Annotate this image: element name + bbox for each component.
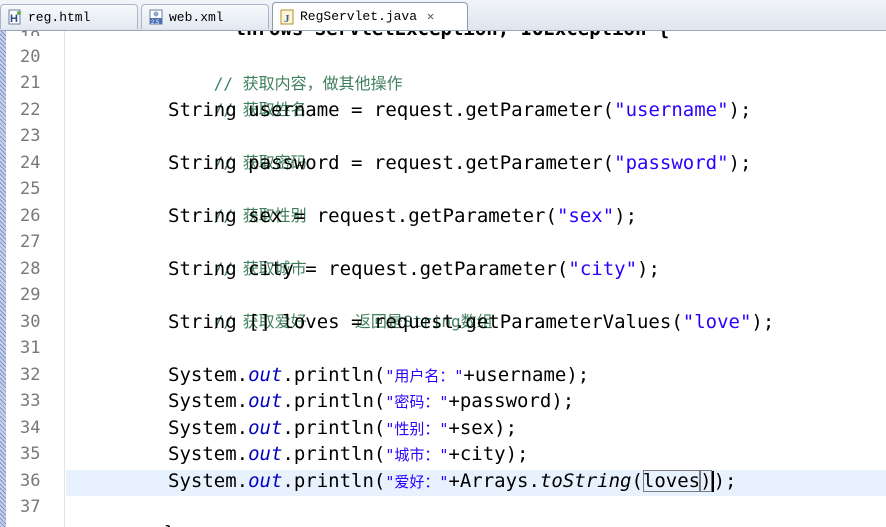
- code-text: +username);: [463, 364, 590, 386]
- code-text: .println(: [282, 443, 386, 465]
- tab-label: RegServlet.java: [300, 9, 418, 24]
- line-number-ruler: 19 20 21 22 23 24 25 26 27 28 29 30 31 3…: [6, 28, 65, 527]
- code-text: System.: [168, 417, 249, 439]
- code-line: // 获取姓名: [168, 70, 307, 119]
- code-line: // 获取密码: [168, 123, 307, 172]
- code-line: String [] loves = request.getParameterVa…: [168, 309, 774, 335]
- svg-text:2.5: 2.5: [151, 20, 160, 25]
- tab-web-xml[interactable]: 2.5 web.xml: [141, 4, 269, 29]
- code-text: (: [631, 470, 643, 492]
- close-tab-icon[interactable]: ✕: [427, 9, 434, 24]
- string-literal: "password": [614, 152, 729, 174]
- line-number: 30: [20, 312, 41, 332]
- static-field: out: [248, 417, 283, 439]
- code-text: System.: [168, 364, 249, 386]
- tab-regservlet-java[interactable]: J RegServlet.java ✕: [272, 2, 468, 30]
- static-field: out: [248, 470, 283, 492]
- code-text: String password = request.getParameter(: [168, 152, 615, 174]
- line-number: 20: [20, 47, 41, 67]
- code-line: }: [118, 494, 175, 527]
- string-literal: "用户名：": [385, 367, 464, 385]
- line-number: 37: [20, 497, 41, 517]
- static-field: out: [248, 390, 283, 412]
- code-line: System.out.println("城市："+city);: [168, 441, 529, 467]
- code-editor[interactable]: throws ServletException, IOException { /…: [66, 31, 886, 527]
- code-text: +Arrays.: [448, 470, 540, 492]
- code-text: );: [728, 99, 752, 121]
- line-number: 34: [20, 418, 41, 438]
- string-literal: "城市：": [385, 446, 449, 464]
- line-number: 22: [20, 100, 41, 120]
- line-number: 24: [20, 153, 41, 173]
- closing-brace: }: [164, 522, 175, 527]
- code-text: System.: [168, 443, 249, 465]
- svg-text:J: J: [284, 13, 290, 25]
- line-number: 23: [20, 126, 41, 146]
- code-line: // 获取性别: [168, 176, 307, 225]
- code-text: );: [751, 311, 775, 333]
- line-number: 33: [20, 391, 41, 411]
- code-text: +city);: [448, 443, 529, 465]
- string-literal: "爱好：": [385, 473, 449, 491]
- code-text: );: [637, 258, 660, 280]
- code-line: System.out.println("用户名："+username);: [168, 362, 589, 388]
- code-line: System.out.println("性别："+sex);: [168, 415, 517, 441]
- line-number: 28: [20, 259, 41, 279]
- line-number: 35: [20, 444, 41, 464]
- code-text: .println(: [282, 470, 386, 492]
- code-text: );: [728, 152, 752, 174]
- code-text: String sex = request.getParameter(: [168, 205, 557, 227]
- code-text: .println(: [282, 417, 386, 439]
- code-text: );: [614, 205, 638, 227]
- code-line: System.out.println("爱好："+Arrays.toString…: [168, 468, 736, 494]
- code-line: String city = request.getParameter("city…: [168, 256, 660, 282]
- code-line: throws ServletException, IOException {: [166, 31, 670, 42]
- static-method: toString: [539, 470, 632, 492]
- string-literal: "love": [682, 311, 752, 333]
- line-number: 31: [20, 338, 41, 358]
- html-file-icon: H: [8, 9, 21, 25]
- string-literal: "sex": [556, 205, 615, 227]
- bracket-match-highlight: ): [700, 470, 712, 492]
- code-text: String [] loves = request.getParameterVa…: [168, 311, 683, 333]
- code-line: String username = request.getParameter("…: [168, 97, 751, 123]
- editor-tab-bar: H reg.html 2.5 web.xml J RegServlet.java…: [0, 0, 886, 31]
- code-line: String password = request.getParameter("…: [168, 150, 751, 176]
- line-number: 29: [20, 285, 41, 305]
- code-line: // 获取城市: [168, 229, 307, 278]
- line-number: 25: [20, 179, 41, 199]
- string-literal: "密码：": [385, 393, 449, 411]
- tab-label: reg.html: [28, 9, 91, 25]
- java-file-icon: J: [280, 9, 294, 25]
- code-text: +sex);: [448, 417, 518, 439]
- tab-label: web.xml: [169, 9, 224, 25]
- variable-occurrence-highlight: loves: [642, 470, 701, 492]
- line-number: 21: [20, 73, 41, 93]
- code-line: System.out.println("密码："+password);: [168, 388, 574, 414]
- line-number: 32: [20, 365, 41, 385]
- line-number: 26: [20, 206, 41, 226]
- code-text: );: [713, 470, 737, 492]
- code-text: .println(: [282, 390, 386, 412]
- code-line: // 获取内容，做其他操作: [168, 44, 403, 93]
- tab-reg-html[interactable]: H reg.html: [0, 4, 138, 29]
- code-text: System.: [168, 470, 249, 492]
- code-line: String sex = request.getParameter("sex")…: [168, 203, 637, 229]
- static-field: out: [248, 443, 283, 465]
- line-number: 36: [20, 471, 41, 491]
- code-text: .println(: [282, 364, 386, 386]
- code-text: String city = request.getParameter(: [168, 258, 569, 280]
- code-text: System.: [168, 390, 249, 412]
- string-literal: "city": [568, 258, 638, 280]
- svg-text:H: H: [10, 13, 18, 25]
- string-literal: "username": [614, 99, 729, 121]
- static-field: out: [248, 364, 283, 386]
- code-line: // 获取爱好 返回是String数组: [168, 282, 493, 331]
- code-text: String username = request.getParameter(: [168, 99, 615, 121]
- line-number: 27: [20, 232, 41, 252]
- xml-file-icon: 2.5: [149, 9, 163, 25]
- string-literal: "性别：": [385, 420, 449, 438]
- code-text: +password);: [448, 390, 575, 412]
- line-number: 19: [20, 28, 40, 36]
